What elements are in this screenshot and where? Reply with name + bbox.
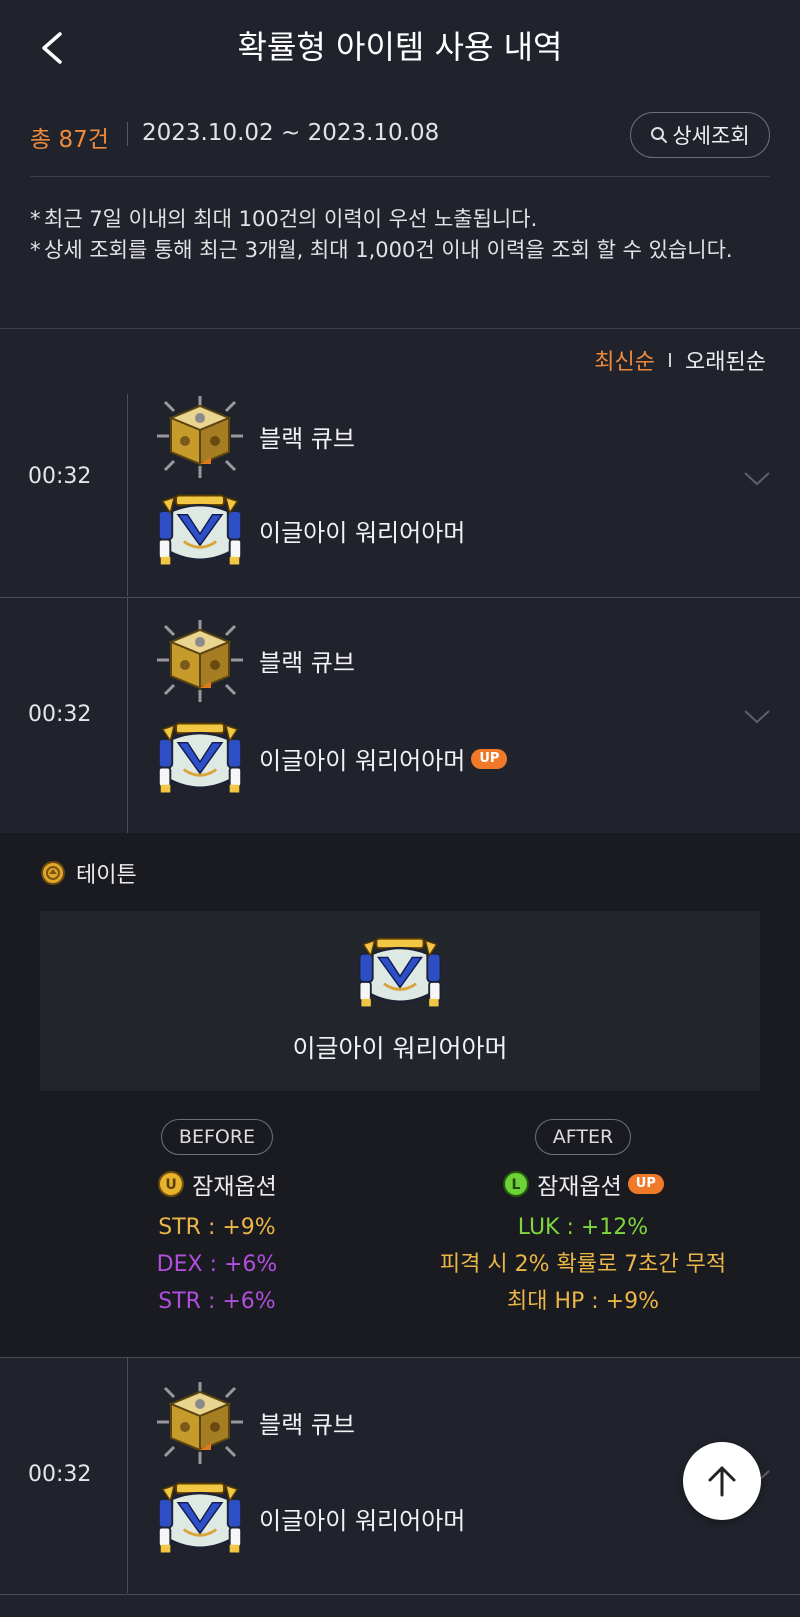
- potential-option: STR : +6%: [158, 1289, 276, 1314]
- up-badge: UP: [471, 748, 508, 769]
- up-badge: UP: [627, 1174, 664, 1194]
- potential-option: DEX : +6%: [156, 1252, 278, 1277]
- before-potential-header: U 잠재옵션: [37, 1167, 397, 1201]
- chevron-down-icon[interactable]: [744, 472, 770, 486]
- black-cube-icon: [155, 618, 245, 703]
- row-divider: [127, 598, 128, 833]
- notice-item: * 최근 7일 이내의 최대 100건의 이력이 우선 노출됩니다.: [30, 204, 776, 235]
- equipment-name-text: 이글아이 워리어아머: [259, 747, 466, 775]
- grade-letter: U: [165, 1177, 176, 1193]
- unique-grade-icon: U: [158, 1171, 185, 1197]
- potential-option: LUK : +12%: [517, 1215, 649, 1240]
- history-row[interactable]: 00:32 블랙 큐브 이글아이 워리어아머: [0, 1358, 800, 1593]
- arrow-up-icon: [708, 1466, 736, 1497]
- history-row-expanded[interactable]: 00:32 블랙 큐브 이글아이 워리어아머 UP: [0, 598, 800, 833]
- detail-search-button[interactable]: 상세조회: [630, 112, 770, 158]
- grade-letter: L: [512, 1177, 521, 1193]
- section-divider: [0, 328, 800, 329]
- equipment-item: 이글아이 워리어아머: [155, 1476, 465, 1561]
- potential-label: 잠재옵션: [192, 1174, 277, 1200]
- item-name: 이글아이 워리어아머: [292, 1034, 508, 1063]
- equipment-item: 이글아이 워리어아머: [155, 488, 465, 573]
- row-divider: [127, 394, 128, 596]
- armor-icon: [155, 716, 245, 801]
- history-time: 00:32: [28, 464, 92, 489]
- before-column: BEFORE U 잠재옵션 STR : +9% DEX : +6% STR : …: [37, 1119, 397, 1320]
- notice-text: 상세 조회를 통해 최근 3개월, 최대 1,000건 이내 이력을 조회 할 …: [44, 238, 733, 262]
- date-range: 2023.10.02 ~ 2023.10.08: [142, 120, 440, 146]
- equipment-name: 이글아이 워리어아머: [259, 519, 466, 547]
- armor-icon: [353, 933, 447, 1013]
- notice-mark: *: [30, 238, 41, 262]
- detail-search-label: 상세조회: [672, 124, 750, 148]
- chevron-down-icon[interactable]: [744, 710, 770, 724]
- notice-mark: *: [30, 207, 41, 231]
- after-label: AFTER: [534, 1119, 632, 1155]
- row-divider: [127, 1358, 128, 1593]
- black-cube-icon: [155, 1380, 245, 1465]
- before-label: BEFORE: [160, 1119, 274, 1155]
- potential-option: 최대 HP : +9%: [506, 1289, 660, 1314]
- sort-toggle: 최신순 오래된순: [594, 344, 766, 376]
- cube-item: 블랙 큐브: [155, 1380, 355, 1465]
- armor-icon: [155, 488, 245, 573]
- potential-label: 잠재옵션: [537, 1174, 622, 1200]
- equipment-name: 이글아이 워리어아머: [259, 1507, 466, 1535]
- cube-item: 블랙 큐브: [155, 394, 355, 479]
- notice-item: * 상세 조회를 통해 최근 3개월, 최대 1,000건 이내 이력을 조회 …: [30, 235, 776, 266]
- black-cube-icon: [155, 394, 245, 479]
- search-icon: [651, 127, 668, 143]
- history-time: 00:32: [28, 702, 92, 727]
- character-name: 테이튼: [76, 863, 137, 888]
- page-title: 확률형 아이템 사용 내역: [237, 28, 563, 66]
- sort-divider: [669, 353, 672, 367]
- sort-oldest[interactable]: 오래된순: [685, 344, 766, 376]
- legendary-grade-icon: L: [503, 1171, 530, 1197]
- cube-name: 블랙 큐브: [259, 1411, 355, 1439]
- history-row[interactable]: 00:32 블랙 큐브 이글아이 워리어아머: [0, 394, 800, 596]
- row-separator: [0, 1594, 800, 1595]
- character-row: 테이튼: [40, 857, 137, 889]
- armor-icon: [155, 1476, 245, 1561]
- sort-latest[interactable]: 최신순: [594, 344, 655, 376]
- scroll-top-button[interactable]: [683, 1442, 761, 1520]
- item-card: 이글아이 워리어아머: [40, 911, 760, 1091]
- history-detail-panel: 테이튼 이글아이 워리어아머 BEFORE U 잠재옵션 STR : +9% D…: [0, 833, 800, 1357]
- history-time: 00:32: [28, 1462, 92, 1487]
- cube-item: 블랙 큐브: [155, 618, 355, 703]
- equipment-item: 이글아이 워리어아머 UP: [155, 716, 508, 801]
- cube-name: 블랙 큐브: [259, 425, 355, 453]
- after-potential-header: L 잠재옵션 UP: [403, 1167, 763, 1201]
- potential-option: 피격 시 2% 확률로 7초간 무적: [439, 1252, 727, 1277]
- cube-name: 블랙 큐브: [259, 649, 355, 677]
- potential-option: STR : +9%: [158, 1215, 276, 1240]
- notice-list: * 최근 7일 이내의 최대 100건의 이력이 우선 노출됩니다. * 상세 …: [30, 204, 776, 266]
- app-header: 확률형 아이템 사용 내역: [0, 0, 800, 95]
- character-world-icon: [41, 861, 65, 885]
- summary-divider: [127, 122, 128, 146]
- after-column: AFTER L 잠재옵션 UP LUK : +12% 피격 시 2% 확률로 7…: [403, 1119, 763, 1320]
- summary-bar: 총 87건 2023.10.02 ~ 2023.10.08 상세조회: [30, 108, 770, 177]
- notice-text: 최근 7일 이내의 최대 100건의 이력이 우선 노출됩니다.: [44, 207, 538, 231]
- total-count: 총 87건: [30, 127, 109, 153]
- equipment-name: 이글아이 워리어아머 UP: [259, 741, 508, 776]
